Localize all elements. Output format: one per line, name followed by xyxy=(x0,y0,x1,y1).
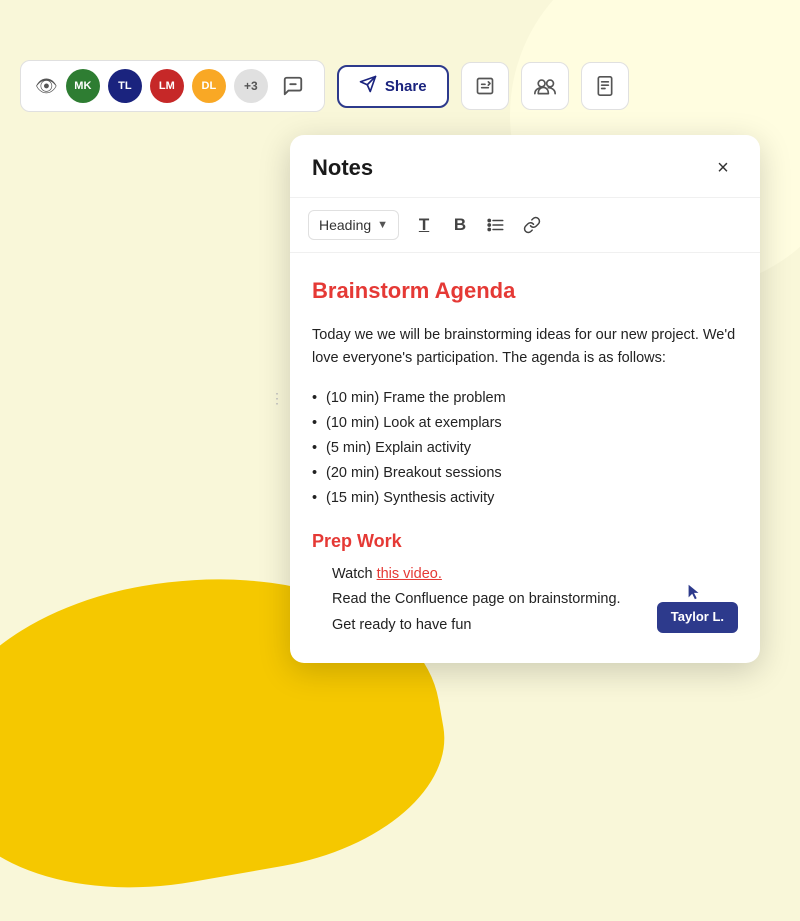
notes-panel: Notes × Heading ▼ T B xyxy=(290,135,760,663)
cursor-user-label: Taylor L. xyxy=(657,602,738,633)
quote-icon-button[interactable] xyxy=(461,62,509,110)
list-item: (10 min) Frame the problem xyxy=(312,387,738,410)
comment-icon[interactable] xyxy=(276,69,310,103)
cursor-arrow-icon xyxy=(686,583,702,604)
share-label: Share xyxy=(385,78,427,95)
text-color-tool-button[interactable]: T xyxy=(407,208,441,242)
video-link[interactable]: this video. xyxy=(377,566,442,582)
content-main-heading: Brainstorm Agenda xyxy=(312,273,738,308)
avatar-tl[interactable]: TL xyxy=(108,69,142,103)
heading-dropdown[interactable]: Heading ▼ xyxy=(308,210,399,240)
list-item: (20 min) Breakout sessions xyxy=(312,462,738,485)
prep-work-heading: Prep Work xyxy=(312,527,738,556)
content-body-text: Today we we will be brainstorming ideas … xyxy=(312,324,738,370)
send-icon xyxy=(359,75,377,98)
group-icon-button[interactable] xyxy=(521,62,569,110)
page-icon-button[interactable] xyxy=(581,62,629,110)
chevron-down-icon: ▼ xyxy=(377,219,388,231)
list-item: (10 min) Look at exemplars xyxy=(312,412,738,435)
toolbar-left-group: 👁 MK TL LM DL +3 xyxy=(20,60,325,112)
editor-content: Brainstorm Agenda Today we we will be br… xyxy=(290,253,760,663)
link-tool-button[interactable] xyxy=(515,208,549,242)
close-button[interactable]: × xyxy=(708,153,738,183)
agenda-bullet-list: (10 min) Frame the problem (10 min) Look… xyxy=(312,387,738,511)
cursor-tooltip: Taylor L. xyxy=(657,583,738,633)
avatar-overflow[interactable]: +3 xyxy=(234,69,268,103)
bullet-list-tool-button[interactable] xyxy=(479,208,513,242)
notes-title: Notes xyxy=(312,155,373,181)
bold-tool-button[interactable]: B xyxy=(443,208,477,242)
avatar-dl[interactable]: DL xyxy=(192,69,226,103)
eye-icon[interactable]: 👁 xyxy=(35,76,58,97)
notes-header: Notes × xyxy=(290,135,760,198)
list-item: (5 min) Explain activity xyxy=(312,437,738,460)
main-toolbar: 👁 MK TL LM DL +3 Share xyxy=(20,60,780,112)
heading-dropdown-label: Heading xyxy=(319,217,371,233)
avatar-lm[interactable]: LM xyxy=(150,69,184,103)
share-button[interactable]: Share xyxy=(337,65,449,108)
avatar-mk[interactable]: MK xyxy=(66,69,100,103)
list-item: (15 min) Synthesis activity xyxy=(312,487,738,510)
editor-toolbar: Heading ▼ T B xyxy=(290,198,760,253)
